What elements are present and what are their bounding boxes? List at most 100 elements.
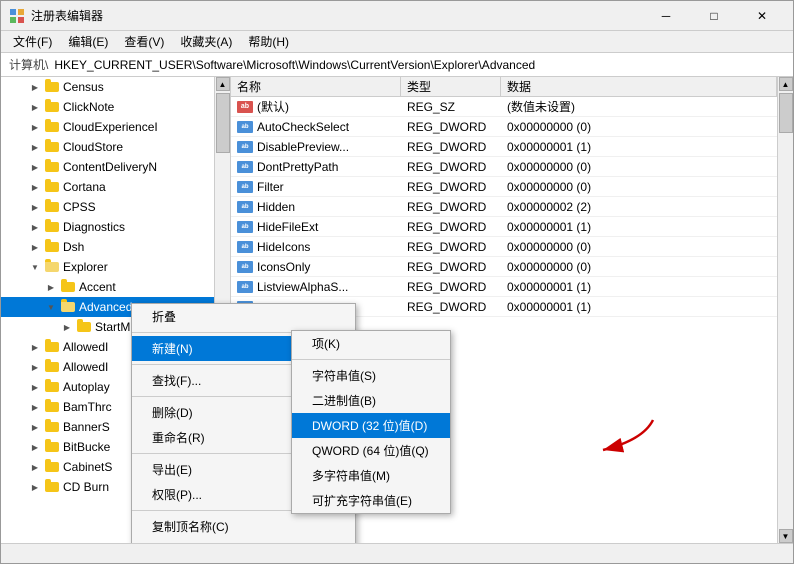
cell-type: REG_DWORD (401, 260, 501, 274)
col-header-type[interactable]: 类型 (401, 77, 501, 96)
expand-icon: ▶ (29, 161, 41, 173)
table-row[interactable]: ab AutoCheckSelect REG_DWORD 0x00000000 … (231, 117, 777, 137)
folder-icon (44, 420, 60, 434)
ctx-sub-binary[interactable]: 二进制值(B) (292, 388, 450, 413)
menu-edit[interactable]: 编辑(E) (60, 31, 116, 52)
folder-icon (44, 80, 60, 94)
tree-item-accent[interactable]: ▶ Accent (1, 277, 214, 297)
table-row[interactable]: ab HideIcons REG_DWORD 0x00000000 (0) (231, 237, 777, 257)
cell-data: 0x00000001 (1) (501, 140, 777, 154)
cell-type: REG_SZ (401, 100, 501, 114)
expand-icon: ▶ (29, 421, 41, 433)
cell-data: 0x00000000 (0) (501, 180, 777, 194)
cell-type: REG_DWORD (401, 180, 501, 194)
reg-dword-icon: ab (237, 121, 253, 133)
window-controls: ─ □ ✕ (643, 1, 785, 31)
table-row[interactable]: ab ListviewAlphaS... REG_DWORD 0x0000000… (231, 277, 777, 297)
cell-name: ab ListviewAlphaS... (231, 280, 401, 294)
tree-item-explorer[interactable]: ▼ Explorer (1, 257, 214, 277)
folder-icon (44, 480, 60, 494)
folder-icon (76, 320, 92, 334)
ctx-sub-qword[interactable]: QWORD (64 位)值(Q) (292, 438, 450, 463)
folder-icon (44, 100, 60, 114)
table-row[interactable]: ab (默认) REG_SZ (数值未设置) (231, 97, 777, 117)
menu-bar: 文件(F) 编辑(E) 查看(V) 收藏夹(A) 帮助(H) (1, 31, 793, 53)
reg-ab-icon: ab (237, 101, 253, 113)
cell-name: ab Hidden (231, 200, 401, 214)
tree-item-cortana[interactable]: ▶ Cortana (1, 177, 214, 197)
cell-type: REG_DWORD (401, 200, 501, 214)
table-row[interactable]: ab DisablePreview... REG_DWORD 0x0000000… (231, 137, 777, 157)
separator (292, 359, 450, 360)
cell-data: 0x00000001 (1) (501, 280, 777, 294)
cell-type: REG_DWORD (401, 160, 501, 174)
folder-icon (44, 180, 60, 194)
menu-view[interactable]: 查看(V) (116, 31, 172, 52)
menu-help[interactable]: 帮助(H) (240, 31, 297, 52)
cell-name: ab DisablePreview... (231, 140, 401, 154)
folder-icon (44, 140, 60, 154)
reg-dword-icon: ab (237, 261, 253, 273)
folder-icon (44, 220, 60, 234)
tree-item-census[interactable]: ▶ Census (1, 77, 214, 97)
expand-icon: ▶ (29, 201, 41, 213)
expand-icon: ▶ (29, 241, 41, 253)
maximize-button[interactable]: □ (691, 1, 737, 31)
folder-icon (44, 260, 60, 274)
expand-icon: ▶ (45, 281, 57, 293)
cell-name: ab (默认) (231, 98, 401, 115)
detail-header: 名称 类型 数据 (231, 77, 777, 97)
expand-icon: ▶ (29, 441, 41, 453)
folder-icon (44, 340, 60, 354)
close-button[interactable]: ✕ (739, 1, 785, 31)
ctx-jump-hklm[interactable]: 访问 HKEY_LOCAL_MACHINE(T) (132, 539, 355, 543)
folder-icon (44, 120, 60, 134)
folder-icon (44, 160, 60, 174)
window-title: 注册表编辑器 (31, 7, 643, 24)
table-row[interactable]: ab HideFileExt REG_DWORD 0x00000001 (1) (231, 217, 777, 237)
folder-icon (44, 360, 60, 374)
tree-item-cloudstore[interactable]: ▶ CloudStore (1, 137, 214, 157)
col-header-name[interactable]: 名称 (231, 77, 401, 96)
tree-item-clicknote[interactable]: ▶ ClickNote (1, 97, 214, 117)
tree-item-cloudexp[interactable]: ▶ CloudExperienceI (1, 117, 214, 137)
expand-icon: ▶ (29, 221, 41, 233)
tree-item-cpss[interactable]: ▶ CPSS (1, 197, 214, 217)
menu-file[interactable]: 文件(F) (5, 31, 60, 52)
ctx-sub-string[interactable]: 字符串值(S) (292, 363, 450, 388)
ctx-copy-key[interactable]: 复制顶名称(C) (132, 514, 355, 539)
expand-icon: ▼ (45, 301, 57, 313)
ctx-sub-multistr[interactable]: 多字符串值(M) (292, 463, 450, 488)
expand-icon: ▶ (29, 401, 41, 413)
minimize-button[interactable]: ─ (643, 1, 689, 31)
table-row[interactable]: ab Filter REG_DWORD 0x00000000 (0) (231, 177, 777, 197)
address-bar: 计算机\ HKEY_CURRENT_USER\Software\Microsof… (1, 53, 793, 77)
reg-dword-icon: ab (237, 161, 253, 173)
expand-icon: ▶ (29, 141, 41, 153)
cell-data: 0x00000001 (1) (501, 220, 777, 234)
ctx-collapse[interactable]: 折叠 (132, 304, 355, 329)
main-content: ▶ Census ▶ ClickNote ▶ CloudExperienceI (1, 77, 793, 543)
cell-name: ab HideIcons (231, 240, 401, 254)
tree-item-dsh[interactable]: ▶ Dsh (1, 237, 214, 257)
table-row[interactable]: ab IconsOnly REG_DWORD 0x00000000 (0) (231, 257, 777, 277)
cell-data: 0x00000000 (0) (501, 240, 777, 254)
cell-data: 0x00000000 (0) (501, 160, 777, 174)
menu-favorites[interactable]: 收藏夹(A) (172, 31, 240, 52)
reg-dword-icon: ab (237, 201, 253, 213)
ctx-sub-expandstr[interactable]: 可扩充字符串值(E) (292, 488, 450, 513)
folder-icon (44, 460, 60, 474)
tree-item-contentdelivery[interactable]: ▶ ContentDeliveryN (1, 157, 214, 177)
expand-icon: ▼ (29, 261, 41, 273)
table-row[interactable]: ab Hidden REG_DWORD 0x00000002 (2) (231, 197, 777, 217)
cell-data: 0x00000001 (1) (501, 300, 777, 314)
folder-icon (60, 300, 76, 314)
expand-icon: ▶ (29, 101, 41, 113)
ctx-sub-dword[interactable]: DWORD (32 位)值(D) (292, 413, 450, 438)
tree-item-diagnostics[interactable]: ▶ Diagnostics (1, 217, 214, 237)
table-row[interactable]: ab DontPrettyPath REG_DWORD 0x00000000 (… (231, 157, 777, 177)
title-bar: 注册表编辑器 ─ □ ✕ (1, 1, 793, 31)
detail-scrollbar[interactable]: ▲ ▼ (777, 77, 793, 543)
ctx-sub-key[interactable]: 项(K) (292, 331, 450, 356)
col-header-data[interactable]: 数据 (501, 77, 777, 96)
